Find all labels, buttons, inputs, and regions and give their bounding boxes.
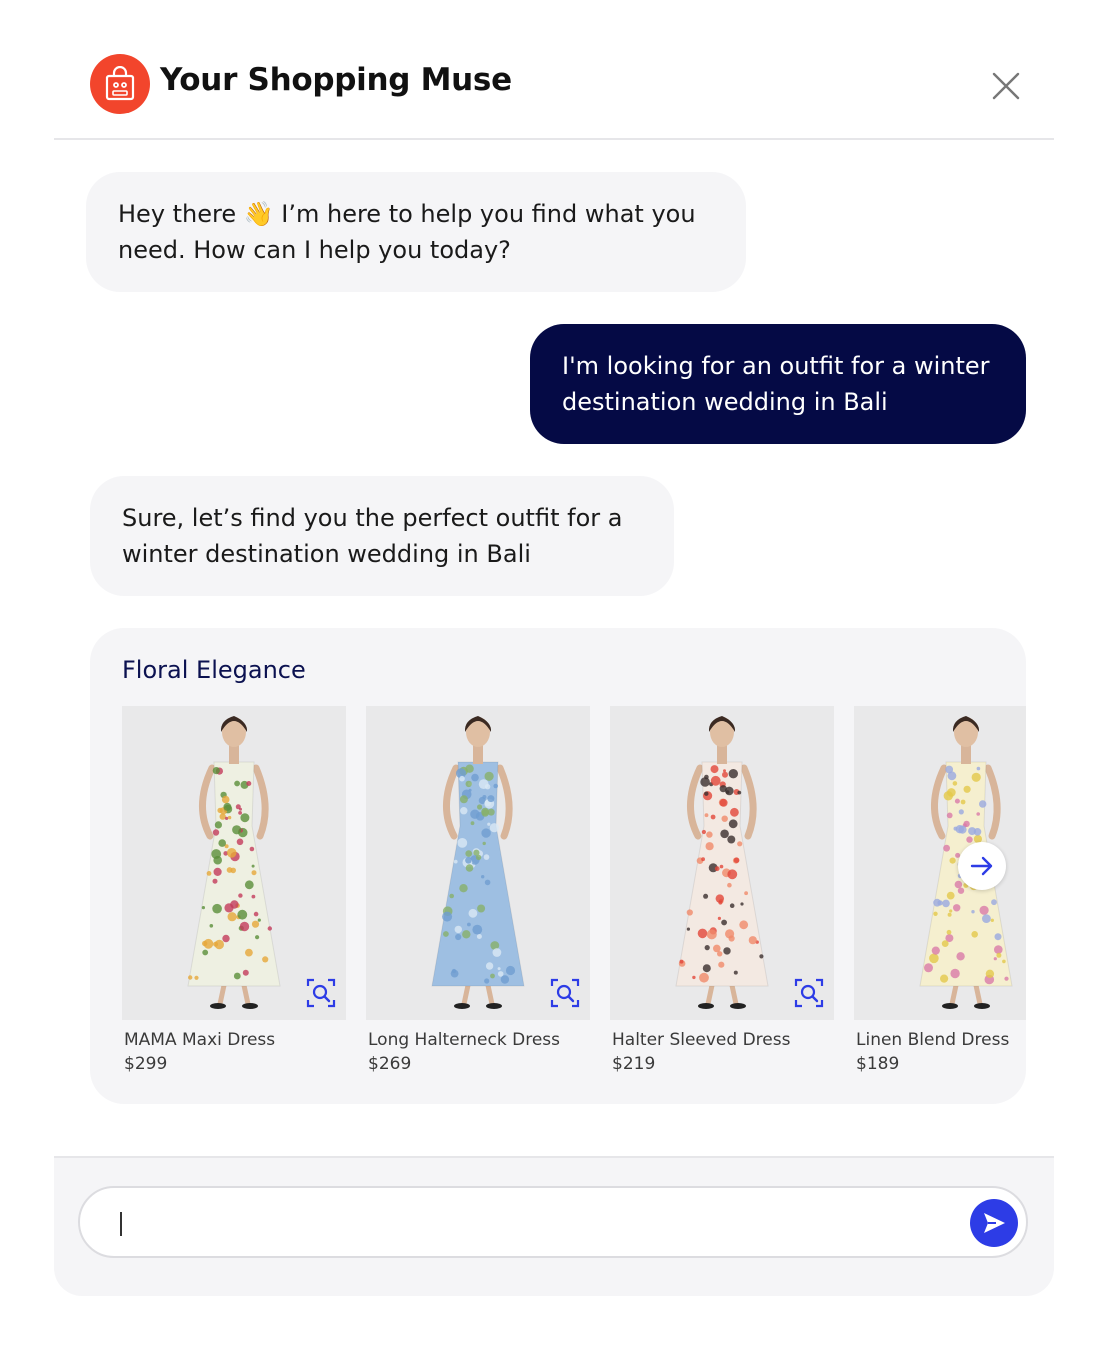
composer-bar [54,1156,1054,1296]
visual-search-icon[interactable] [306,978,336,1008]
product-image[interactable] [122,706,346,1020]
product-name: Halter Sleeved Dress [612,1030,791,1050]
shopping-bag-robot-icon [90,54,150,114]
product-price: $219 [612,1054,656,1074]
user-message: I'm looking for an outfit for a winter d… [530,324,1026,444]
dress-figure [187,716,281,1009]
send-button[interactable] [970,1199,1018,1247]
message-input[interactable] [116,1202,960,1244]
product-cards: MAMA Maxi Dress $299 Long Halterneck Dre… [122,706,1026,1086]
product-price: $269 [368,1054,412,1074]
send-icon [984,1213,1005,1233]
product-price: $299 [124,1054,168,1074]
dress-figure [675,716,769,1009]
message-input-container[interactable] [78,1186,1028,1258]
assistant-message: Hey there 👋 I’m here to help you find wh… [86,172,746,292]
visual-search-icon[interactable] [794,978,824,1008]
product-card[interactable]: Long Halterneck Dress $269 [366,706,592,1086]
product-name: Long Halterneck Dress [368,1030,560,1050]
dress-figure [431,716,525,1009]
product-image[interactable] [610,706,834,1020]
chat-panel: Your Shopping Muse Hey there 👋 I’m here … [54,24,1054,1296]
chat-header: Your Shopping Muse [54,24,1054,140]
product-carousel: Floral Elegance MAMA Maxi Dress $299 Lon… [90,628,1026,1104]
assistant-message: Sure, let’s find you the perfect outfit … [90,476,674,596]
carousel-title: Floral Elegance [122,656,306,684]
close-icon[interactable] [988,68,1024,104]
product-card[interactable]: Linen Blend Dress $189 [854,706,1026,1086]
product-card[interactable]: Halter Sleeved Dress $219 [610,706,836,1086]
product-image[interactable] [366,706,590,1020]
carousel-next-button[interactable] [958,842,1006,890]
chat-title: Your Shopping Muse [160,62,512,98]
product-name: MAMA Maxi Dress [124,1030,276,1050]
product-card[interactable]: MAMA Maxi Dress $299 [122,706,348,1086]
product-name: Linen Blend Dress [856,1030,1010,1050]
arrow-right-icon [970,856,993,876]
product-price: $189 [856,1054,900,1074]
visual-search-icon[interactable] [550,978,580,1008]
text-caret [120,1212,122,1236]
